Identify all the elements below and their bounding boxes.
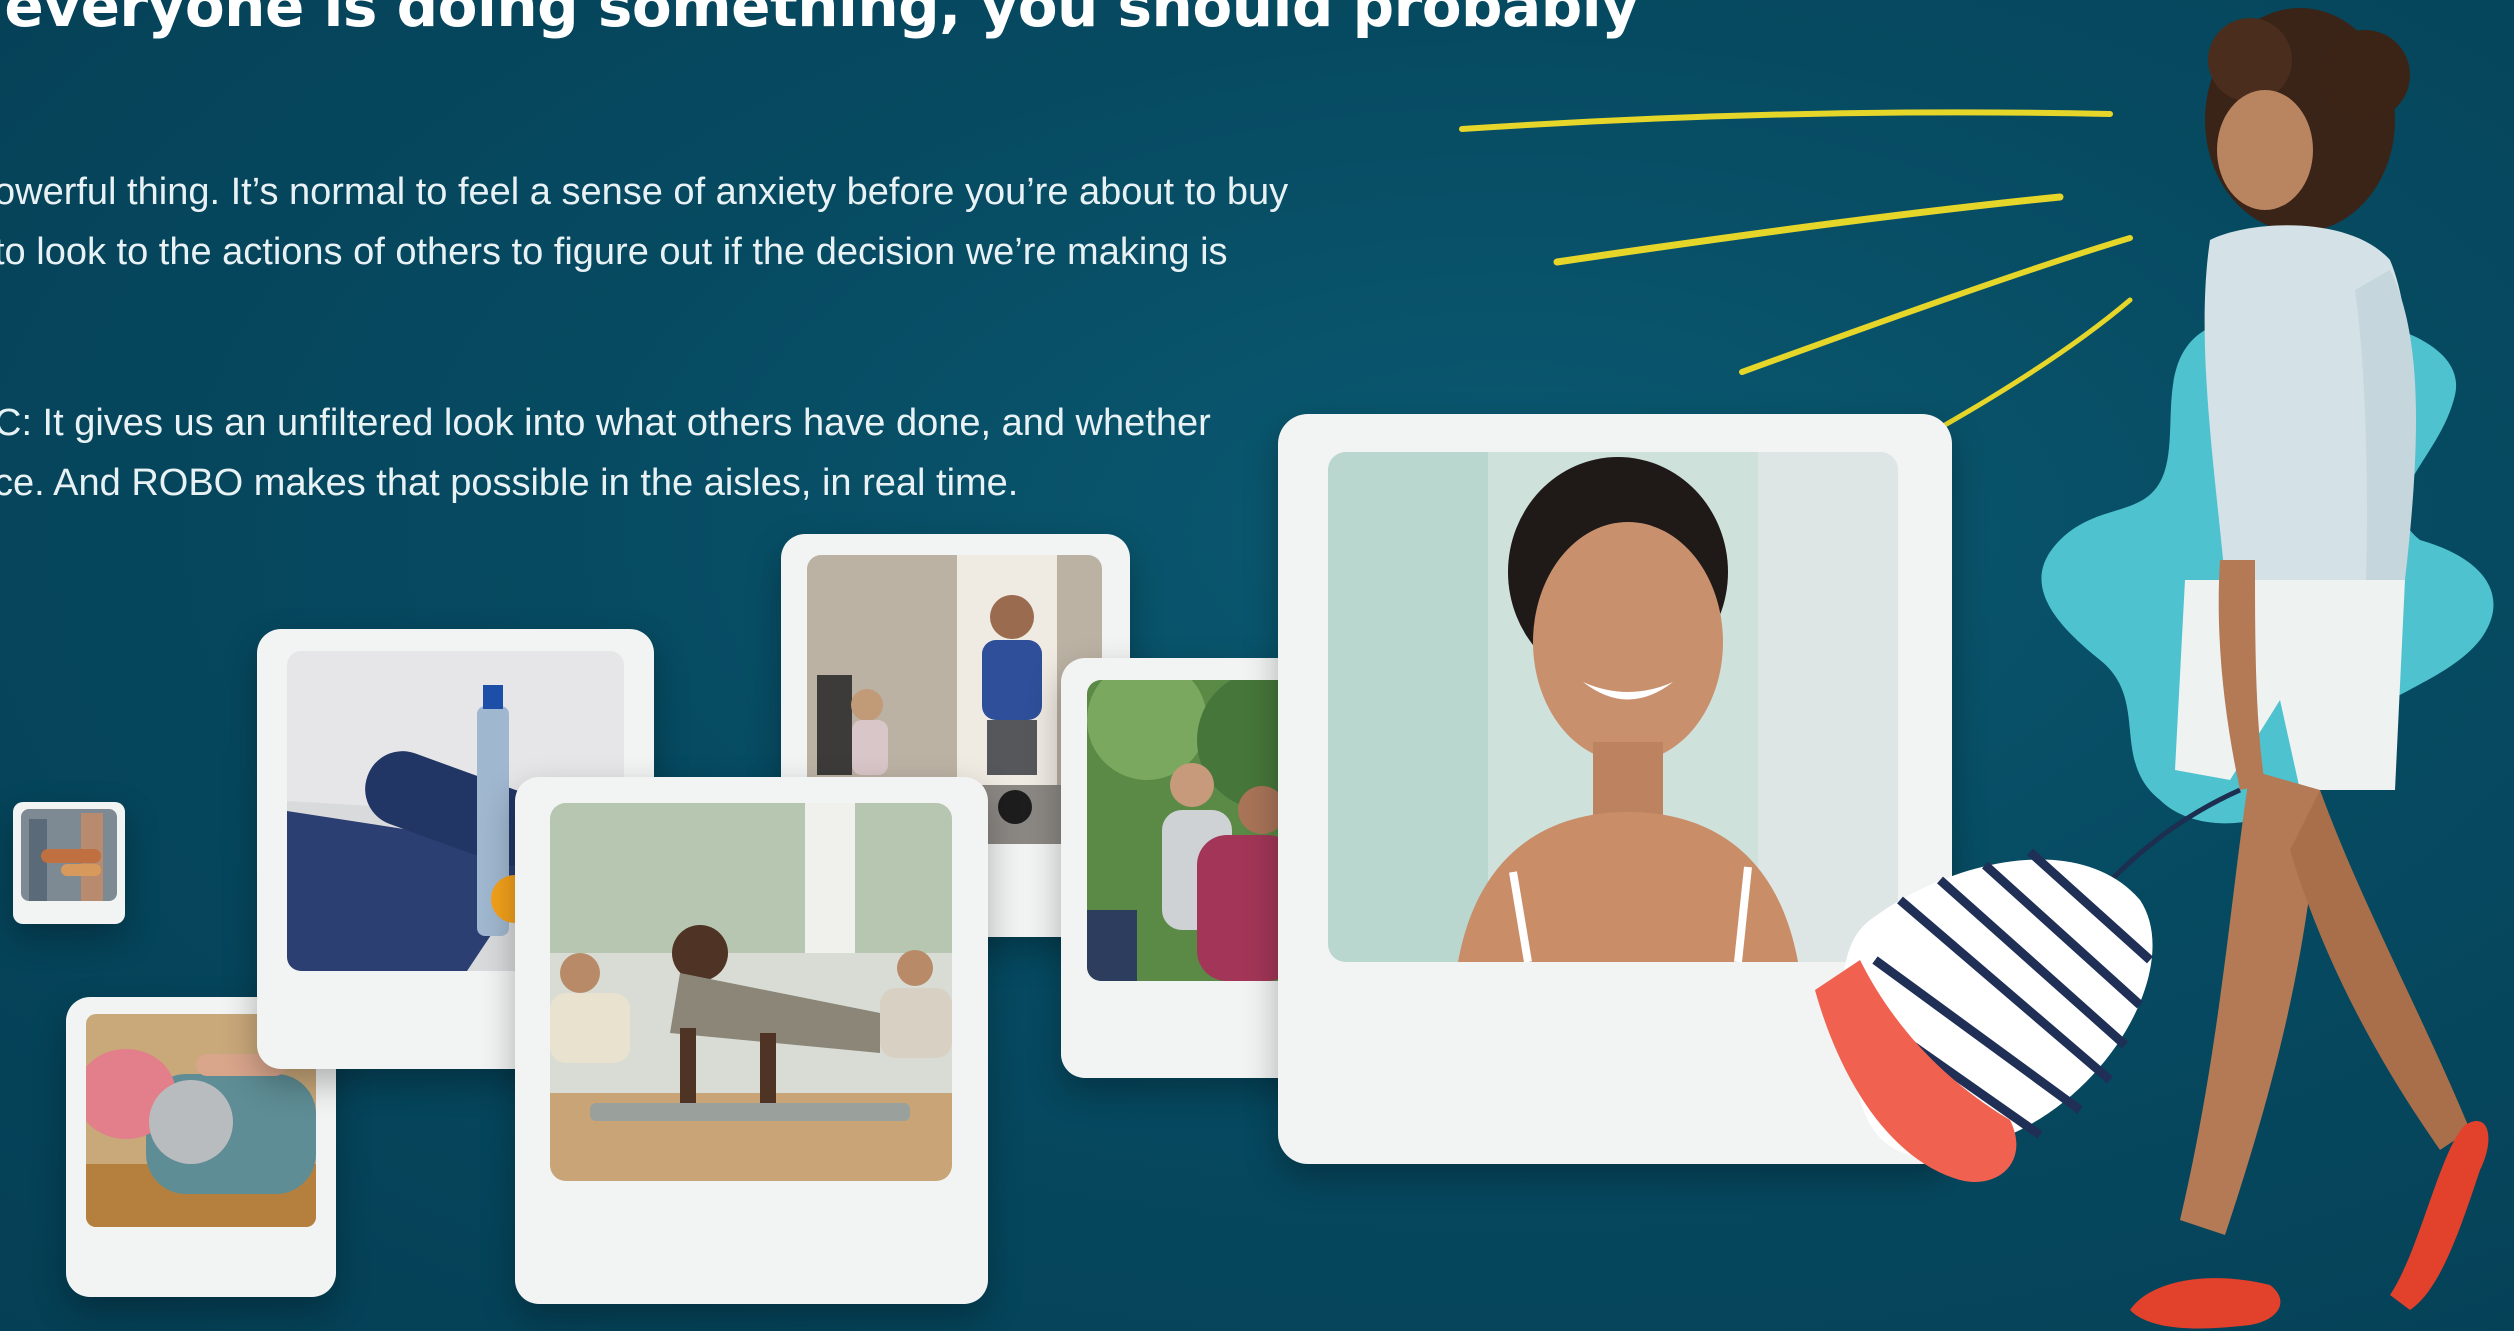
headline: f everyone is doing something, you shoul… — [0, 0, 1639, 40]
paragraph-2-line-1: C: It gives us an unfiltered look into w… — [0, 402, 1211, 444]
photo-card-pushups — [515, 777, 988, 1304]
photo-pushups — [550, 803, 952, 1181]
photo-yoga-mats — [21, 809, 117, 901]
paragraph-ugc: C: It gives us an unfiltered look into w… — [0, 393, 1211, 513]
photo-card-yoga-mats — [13, 802, 125, 924]
photo-card-smiling-woman — [1278, 414, 1952, 1164]
paragraph-2-line-2: ce. And ROBO makes that possible in the … — [0, 462, 1019, 504]
paragraph-social-proof: owerful thing. It’s normal to feel a sen… — [0, 162, 1288, 282]
paragraph-1-line-1: owerful thing. It’s normal to feel a sen… — [0, 171, 1289, 213]
photo-smiling-woman — [1328, 452, 1898, 962]
slide: f everyone is doing something, you shoul… — [0, 0, 2514, 1331]
paragraph-1-line-2: to look to the actions of others to figu… — [0, 231, 1228, 273]
teal-blob — [2041, 313, 2494, 824]
